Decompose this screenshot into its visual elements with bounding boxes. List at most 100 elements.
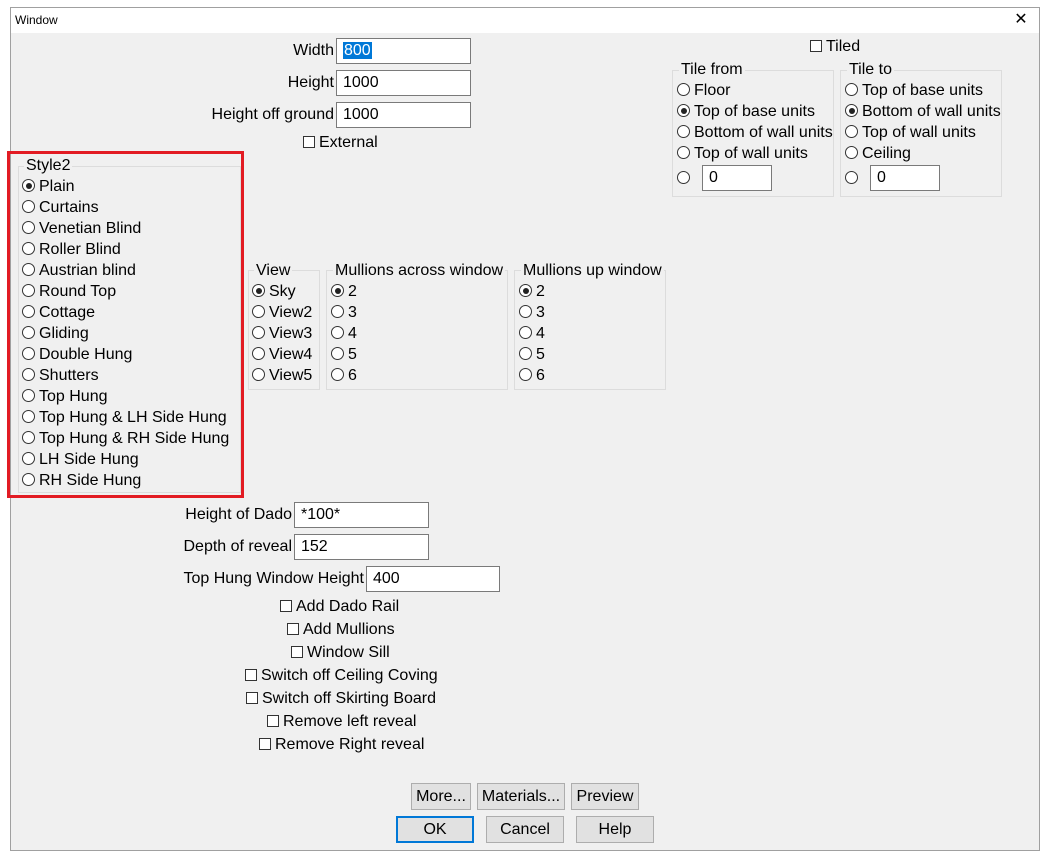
add-dado-rail-checkbox[interactable]: Add Dado Rail (280, 597, 399, 617)
checkbox-label: Add Mullions (303, 621, 395, 638)
tile-from-custom-input[interactable]: 0 (702, 165, 772, 191)
preview-button[interactable]: Preview (571, 783, 639, 810)
height-of-dado-input[interactable]: *100* (294, 502, 429, 528)
radio-icon (331, 326, 344, 339)
tile-to-title: Tile to (847, 61, 894, 79)
external-checkbox[interactable]: External (303, 133, 378, 153)
tile-from-option[interactable]: Floor (677, 81, 730, 101)
window-title: Window (15, 13, 58, 27)
height-value: 1000 (343, 74, 379, 91)
checkbox-label: Switch off Skirting Board (262, 690, 437, 707)
tile-from-option-label: Bottom of wall units (694, 124, 833, 141)
radio-icon (519, 347, 532, 360)
tile-to-custom-value: 0 (877, 169, 886, 186)
checkbox-box (287, 623, 299, 635)
mullions-across-option-label: 2 (348, 283, 357, 300)
view-option-label: Sky (269, 283, 296, 300)
tile-to-option[interactable]: Ceiling (845, 144, 911, 164)
mullions-across-option-6[interactable]: 6 (331, 366, 357, 386)
switch-off-skirting-board-checkbox[interactable]: Switch off Skirting Board (246, 689, 436, 709)
cancel-button[interactable]: Cancel (486, 816, 564, 843)
height-of-dado-label: Height of Dado (185, 506, 292, 523)
radio-selected-icon (845, 104, 858, 117)
tile-from-title: Tile from (679, 61, 745, 79)
add-mullions-checkbox[interactable]: Add Mullions (287, 620, 395, 640)
checkbox-label: Remove Right reveal (275, 736, 425, 753)
tile-from-custom-radio[interactable] (677, 169, 694, 189)
help-button[interactable]: Help (576, 816, 654, 843)
width-input[interactable]: 800 (336, 38, 471, 64)
view-option-label: View5 (269, 367, 313, 384)
mullions-up-option-label: 6 (536, 367, 545, 384)
tile-to-option[interactable]: Top of wall units (845, 123, 976, 143)
window-sill-checkbox[interactable]: Window Sill (291, 643, 390, 663)
close-icon[interactable]: ✕ (1011, 10, 1031, 30)
tile-from-option[interactable]: Top of wall units (677, 144, 808, 164)
view-option-label: View3 (269, 325, 313, 342)
radio-selected-icon (519, 284, 532, 297)
radio-icon (252, 368, 265, 381)
radio-icon (252, 347, 265, 360)
height-off-ground-input[interactable]: 1000 (336, 102, 471, 128)
mullions-across-option-3[interactable]: 3 (331, 303, 357, 323)
view-option-view4[interactable]: View4 (252, 345, 312, 365)
checkbox-label: Remove left reveal (283, 713, 417, 730)
radio-icon (845, 125, 858, 138)
tile-to-option-label: Top of base units (862, 82, 983, 99)
width-value: 800 (343, 42, 372, 59)
view-option-sky[interactable]: Sky (252, 282, 296, 302)
checkbox-box (810, 40, 822, 52)
height-of-dado-value: *100* (301, 506, 341, 523)
width-label: Width (293, 42, 334, 59)
remove-left-reveal-checkbox[interactable]: Remove left reveal (267, 712, 416, 732)
checkbox-box (245, 669, 257, 681)
ok-button[interactable]: OK (396, 816, 474, 843)
tile-to-option[interactable]: Bottom of wall units (845, 102, 1001, 122)
view-option-label: View2 (269, 304, 313, 321)
tiled-checkbox[interactable]: Tiled (810, 37, 860, 57)
mullions-up-option-2[interactable]: 2 (519, 282, 545, 302)
checkbox-box (259, 738, 271, 750)
height-label: Height (287, 74, 334, 91)
checkbox-box (280, 600, 292, 612)
radio-icon (331, 305, 344, 318)
tile-to-custom-radio[interactable] (845, 169, 862, 189)
mullions-across-option-4[interactable]: 4 (331, 324, 357, 344)
mullions-across-option-5[interactable]: 5 (331, 345, 357, 365)
view-option-view3[interactable]: View3 (252, 324, 312, 344)
view-option-view5[interactable]: View5 (252, 366, 312, 386)
more-button[interactable]: More... (411, 783, 471, 810)
mullions-up-option-5[interactable]: 5 (519, 345, 545, 365)
mullions-across-option-label: 5 (348, 346, 357, 363)
radio-icon (252, 305, 265, 318)
checkbox-box (267, 715, 279, 727)
radio-icon (845, 83, 858, 96)
radio-icon (677, 83, 690, 96)
mullions-across-option-2[interactable]: 2 (331, 282, 357, 302)
radio-icon (519, 368, 532, 381)
tile-from-option[interactable]: Bottom of wall units (677, 123, 833, 143)
tile-to-custom-input[interactable]: 0 (870, 165, 940, 191)
tile-to-option-label: Ceiling (862, 145, 911, 162)
mullions-up-option-4[interactable]: 4 (519, 324, 545, 344)
mullions-up-option-label: 4 (536, 325, 545, 342)
mullions-across-option-label: 6 (348, 367, 357, 384)
depth-of-reveal-label: Depth of reveal (183, 538, 292, 555)
height-input[interactable]: 1000 (336, 70, 471, 96)
tile-from-option[interactable]: Top of base units (677, 102, 815, 122)
mullions-up-option-3[interactable]: 3 (519, 303, 545, 323)
checkbox-box (246, 692, 258, 704)
radio-icon (252, 326, 265, 339)
remove-right-reveal-checkbox[interactable]: Remove Right reveal (259, 735, 424, 755)
switch-off-ceiling-coving-checkbox[interactable]: Switch off Ceiling Coving (245, 666, 438, 686)
view-option-label: View4 (269, 346, 313, 363)
depth-of-reveal-input[interactable]: 152 (294, 534, 429, 560)
view-option-view2[interactable]: View2 (252, 303, 312, 323)
mullions-up-option-6[interactable]: 6 (519, 366, 545, 386)
mullions-across-title: Mullions across window (333, 262, 506, 280)
materials-button[interactable]: Materials... (477, 783, 565, 810)
mullions-up-title: Mullions up window (521, 262, 664, 280)
external-label: External (319, 134, 378, 151)
top-hung-height-input[interactable]: 400 (366, 566, 500, 592)
tile-to-option[interactable]: Top of base units (845, 81, 983, 101)
